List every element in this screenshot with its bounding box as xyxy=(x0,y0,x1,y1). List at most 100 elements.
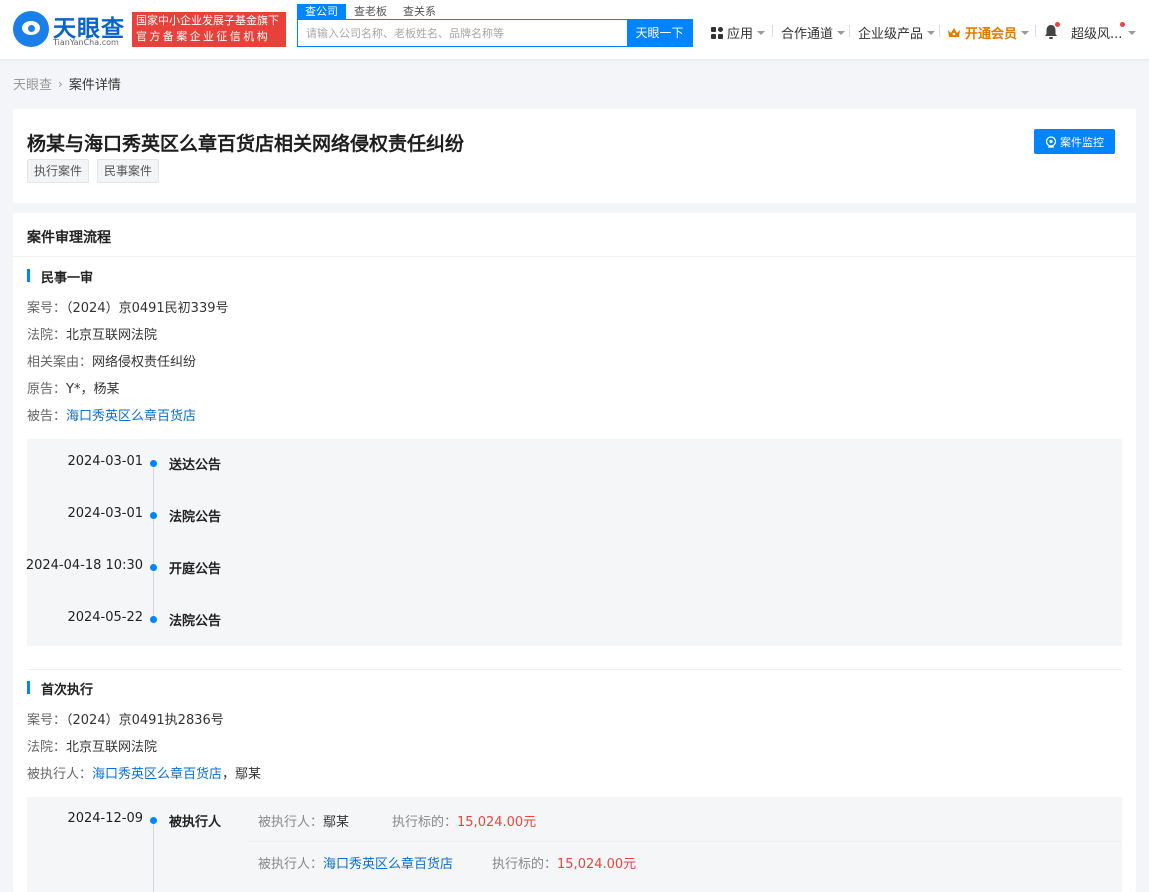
nav-apps-label: 应用 xyxy=(727,27,754,42)
stage-divider xyxy=(27,669,1122,670)
event-label[interactable]: 被执行人 xyxy=(169,811,221,830)
first-instance-timeline: 2024-03-01 送达公告 2024-03-01 法院公告 2024-04-… xyxy=(25,439,1122,646)
plaintiff-row: 原告：Y*，杨某 xyxy=(27,378,119,397)
nav-divider xyxy=(1035,25,1036,37)
event-date: 2024-03-01 xyxy=(67,506,143,521)
chevron-down-icon xyxy=(757,30,766,35)
detail-amount-label: 执行标的： xyxy=(492,857,558,872)
event-label[interactable]: 法院公告 xyxy=(169,610,221,629)
executed-person-label: 被执行人： xyxy=(27,767,93,782)
search-input[interactable] xyxy=(298,20,628,46)
detail-person-label: 被执行人： xyxy=(258,857,324,872)
search-button[interactable]: 天眼一下 xyxy=(627,19,692,47)
chevron-down-icon xyxy=(837,30,846,35)
timeline-event: 2024-03-01 法院公告 xyxy=(27,506,1122,526)
case-number-label: 案号： xyxy=(27,301,67,316)
event-label[interactable]: 送达公告 xyxy=(169,454,221,473)
chevron-right-icon: › xyxy=(58,76,63,91)
case-number-label: 案号： xyxy=(27,713,67,728)
timeline-event: 2024-05-22 法院公告 xyxy=(27,610,1122,630)
monitor-icon xyxy=(1045,135,1057,148)
court-row: 法院：北京互联网法院 xyxy=(27,736,157,755)
chevron-down-icon xyxy=(927,30,936,35)
timeline-dot xyxy=(150,817,157,824)
timeline-dot xyxy=(150,460,157,467)
case-tags: 执行案件 民事案件 xyxy=(27,159,160,183)
search-box: 天眼一下 xyxy=(297,19,693,47)
timeline-dot xyxy=(150,512,157,519)
event-date: 2024-12-09 xyxy=(67,811,143,826)
court-label: 法院： xyxy=(27,328,67,343)
breadcrumb-home[interactable]: 天眼查 xyxy=(13,74,52,93)
execution-detail-row: 被执行人：鄢某 xyxy=(258,811,349,830)
cause-value: 网络侵权责任纠纷 xyxy=(92,355,197,370)
nav-partner-label: 合作通道 xyxy=(781,27,834,42)
court-value: 北京互联网法院 xyxy=(66,740,158,755)
event-date: 2024-04-18 10:30 xyxy=(25,558,143,573)
nav-enterprise-label: 企业级产品 xyxy=(858,27,924,42)
top-header: 天眼查 TianYanCha.com 国家中小企业发展子基金旗下 官方备案企业征… xyxy=(0,0,1149,59)
user-menu[interactable]: 超级风... xyxy=(1071,23,1137,42)
execution-amount-row: 执行标的：15,024.00元 xyxy=(392,811,536,830)
tag-civil-case: 民事案件 xyxy=(97,159,160,183)
case-number-value: （2024）京0491执2836号 xyxy=(66,713,224,728)
nav-apps[interactable]: 应用 xyxy=(711,23,766,42)
cause-row: 相关案由：网络侵权责任纠纷 xyxy=(27,351,196,370)
detail-divider xyxy=(247,841,1122,842)
detail-person: 鄢某 xyxy=(323,815,350,830)
timeline-line xyxy=(153,465,154,620)
case-monitor-button[interactable]: 案件监控 xyxy=(1034,129,1115,154)
cause-label: 相关案由： xyxy=(27,355,93,370)
timeline-event: 2024-12-09 被执行人 xyxy=(27,811,1122,831)
court-value: 北京互联网法院 xyxy=(66,328,158,343)
nav-enterprise[interactable]: 企业级产品 xyxy=(858,23,936,42)
stage-title-first-instance: 民事一审 xyxy=(27,267,93,286)
breadcrumb-current: 案件详情 xyxy=(68,78,121,93)
defendant-link[interactable]: 海口秀英区么章百货店 xyxy=(66,409,196,424)
defendant-label: 被告： xyxy=(27,409,67,424)
breadcrumb: 天眼查 › 案件详情 xyxy=(13,74,121,94)
banner-line-1: 国家中小企业发展子基金旗下 xyxy=(136,14,279,27)
nav-vip-label: 开通会员 xyxy=(965,27,1018,42)
notification-dot xyxy=(1055,22,1060,27)
logo-subtitle: TianYanCha.com xyxy=(53,38,119,47)
banner-line-2: 官方备案企业征信机构 xyxy=(136,30,270,43)
nav-partner[interactable]: 合作通道 xyxy=(781,23,846,42)
timeline-dot xyxy=(150,564,157,571)
timeline-event: 2024-03-01 送达公告 xyxy=(27,454,1122,474)
nav-divider xyxy=(849,25,850,37)
case-monitor-label: 案件监控 xyxy=(1060,135,1104,149)
executed-person-link[interactable]: 海口秀英区么章百货店 xyxy=(92,767,222,782)
execution-detail-row: 被执行人：海口秀英区么章百货店 xyxy=(258,853,453,872)
detail-person-link[interactable]: 海口秀英区么章百货店 xyxy=(323,857,453,872)
crown-icon xyxy=(948,27,960,37)
stage-title-first-execution: 首次执行 xyxy=(27,679,93,698)
nav-vip[interactable]: 开通会员 xyxy=(947,23,1030,42)
case-title-card: 杨某与海口秀英区么章百货店相关网络侵权责任纠纷 执行案件 民事案件 案件监控 xyxy=(13,109,1136,203)
user-name: 超级风... xyxy=(1071,27,1123,42)
case-number-value: （2024）京0491民初339号 xyxy=(66,301,229,316)
tab-search-relation[interactable]: 查关系 xyxy=(395,4,444,20)
official-banner[interactable]: 国家中小企业发展子基金旗下 官方备案企业征信机构 xyxy=(132,12,286,47)
timeline-line xyxy=(153,823,154,892)
event-date: 2024-05-22 xyxy=(67,610,143,625)
tab-search-boss[interactable]: 查老板 xyxy=(346,4,395,20)
section-title: 案件审理流程 xyxy=(13,213,1136,257)
event-date: 2024-03-01 xyxy=(67,454,143,469)
tag-execution-case: 执行案件 xyxy=(27,159,90,183)
timeline-event: 2024-04-18 10:30 开庭公告 xyxy=(25,558,1122,578)
executed-person-rest: ，鄢某 xyxy=(222,767,262,782)
chevron-down-icon xyxy=(1128,30,1137,35)
user-notification-dot xyxy=(1120,22,1125,27)
event-label[interactable]: 开庭公告 xyxy=(169,558,221,577)
detail-amount: 15,024.00元 xyxy=(457,815,537,830)
detail-amount-label: 执行标的： xyxy=(392,815,458,830)
search-tabs: 查公司 查老板 查关系 xyxy=(297,4,444,20)
executed-person-row: 被执行人：海口秀英区么章百货店，鄢某 xyxy=(27,763,261,782)
event-label[interactable]: 法院公告 xyxy=(169,506,221,525)
eye-logo-icon xyxy=(13,11,49,47)
execution-amount-row: 执行标的：15,024.00元 xyxy=(492,853,636,872)
chevron-down-icon xyxy=(1021,30,1030,35)
tab-search-company[interactable]: 查公司 xyxy=(297,4,346,20)
logo[interactable]: 天眼查 TianYanCha.com xyxy=(13,9,128,49)
